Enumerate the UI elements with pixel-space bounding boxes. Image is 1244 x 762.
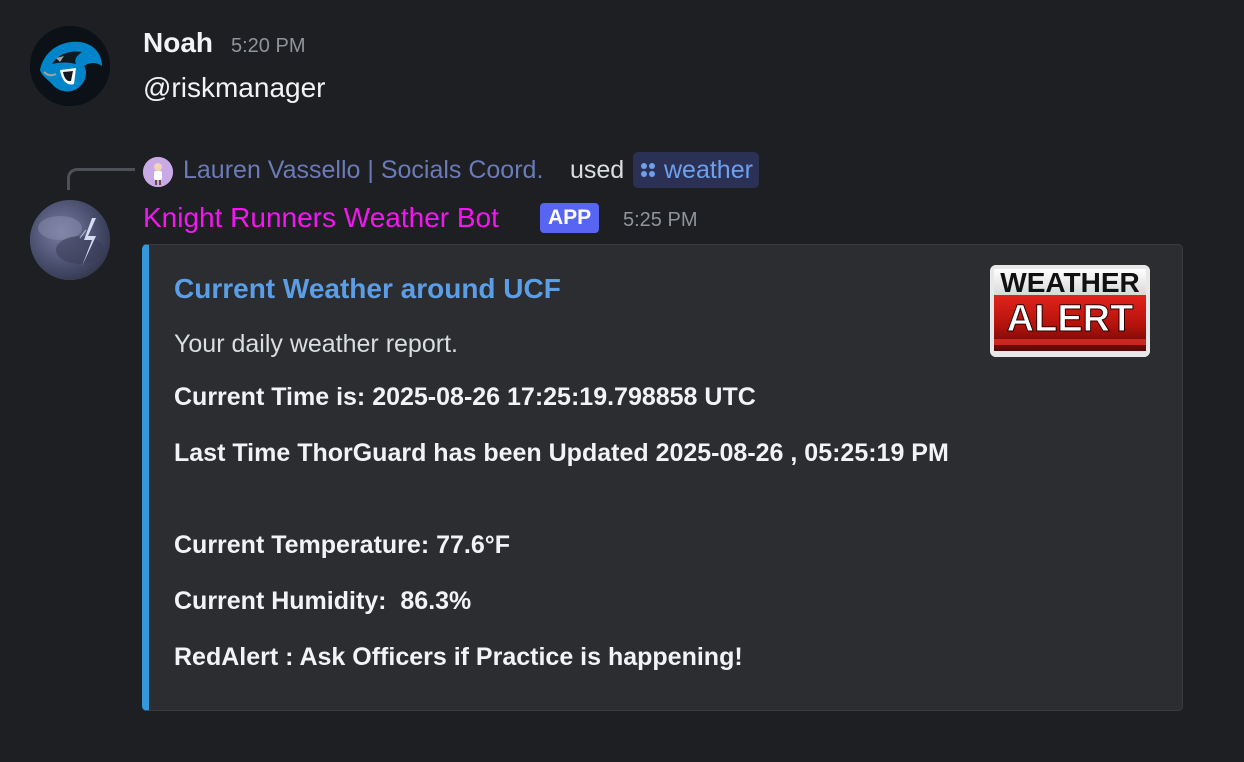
person-icon [143, 157, 173, 187]
current-time-field: Current Time is: 2025-08-26 17:25:19.798… [174, 383, 756, 411]
reply-spine [67, 168, 135, 190]
red-alert-field: RedAlert : Ask Officers if Practice is h… [174, 643, 743, 671]
message-timestamp: 5:20 PM [231, 35, 306, 57]
noah-avatar[interactable] [30, 26, 110, 106]
slash-command-icon [641, 163, 655, 177]
last-updated-field: Last Time ThorGuard has been Updated 202… [174, 439, 949, 467]
message-author[interactable]: Noah [143, 27, 213, 59]
bot-author[interactable]: Knight Runners Weather Bot [143, 202, 499, 234]
weather-embed: Current Weather around UCF Your daily we… [142, 244, 1183, 711]
bot-avatar[interactable] [30, 200, 110, 280]
message-timestamp: 5:25 PM [623, 209, 698, 231]
thumbnail-line2: ALERT [1007, 298, 1134, 340]
temperature-field: Current Temperature: 77.6°F [174, 531, 511, 559]
invoker-name[interactable]: Lauren Vassello | Socials Coord. [183, 156, 543, 185]
command-name: weather [664, 155, 753, 184]
weather-alert-image: WEATHER ALERT [990, 265, 1150, 357]
used-label: used [570, 156, 625, 184]
message-content[interactable]: @riskmanager [143, 72, 325, 104]
panther-logo-icon [30, 26, 110, 106]
command-chip[interactable]: weather [633, 152, 759, 188]
app-badge: APP [540, 203, 600, 233]
embed-description: Your daily weather report. [174, 330, 458, 358]
embed-title[interactable]: Current Weather around UCF [174, 273, 561, 305]
lightning-storm-icon [30, 200, 110, 280]
thumbnail-line1: WEATHER [1000, 267, 1139, 298]
invoker-avatar[interactable] [143, 157, 173, 187]
weather-alert-thumbnail[interactable]: WEATHER ALERT [990, 265, 1150, 357]
humidity-field: Current Humidity: 86.3% [174, 587, 472, 615]
